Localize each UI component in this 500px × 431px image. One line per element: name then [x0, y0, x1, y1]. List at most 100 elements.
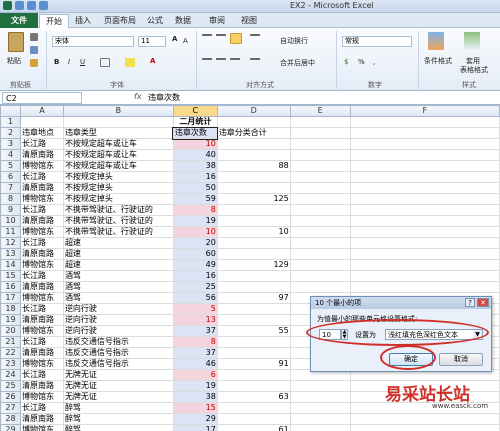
formula-input[interactable]: 违章次数 [148, 92, 180, 103]
cell-violation-count[interactable]: 37 [172, 325, 218, 337]
tab-formulas[interactable]: 公式 [144, 14, 166, 28]
cell-location[interactable]: 博物馆东 [19, 391, 64, 403]
row-header[interactable]: 6 [0, 171, 21, 183]
cell-location[interactable]: 博物馆东 [19, 193, 64, 205]
cell-location[interactable]: 博物馆东 [19, 259, 64, 271]
cell-category-total[interactable] [216, 149, 291, 161]
cell-location[interactable]: 博物馆东 [19, 292, 64, 304]
row-header[interactable]: 14 [0, 259, 21, 271]
column-header-f[interactable]: F [349, 105, 500, 117]
cell-f[interactable] [349, 281, 500, 293]
comma-icon[interactable]: , [373, 58, 375, 66]
cell-f[interactable] [349, 138, 500, 150]
row-header[interactable]: 28 [0, 413, 21, 425]
cell-e[interactable] [289, 160, 351, 172]
cell-violation-type[interactable]: 醉驾 [62, 413, 174, 425]
cell-category-total[interactable] [216, 182, 291, 194]
cell-violation-type[interactable]: 不按规定超车或让车 [62, 149, 174, 161]
cell-violation-count[interactable]: 40 [172, 149, 218, 161]
cell-category-total[interactable]: 违章分类合计 [216, 127, 291, 139]
cell-violation-count[interactable]: 19 [172, 215, 218, 227]
row-header[interactable]: 26 [0, 391, 21, 403]
row-header[interactable]: 9 [0, 204, 21, 216]
column-header-b[interactable]: B [62, 105, 174, 117]
copy-icon[interactable] [30, 46, 38, 54]
table-row[interactable]: 29 博物馆东 醉驾 17 61 [0, 424, 500, 431]
cell-violation-count[interactable]: 违章次数 [172, 126, 219, 140]
cell-category-total[interactable] [216, 314, 291, 326]
cell-e[interactable] [289, 215, 351, 227]
cell-violation-type[interactable]: 违反交通信号指示 [62, 347, 174, 359]
row-header[interactable]: 15 [0, 270, 21, 282]
cell-e[interactable] [289, 237, 351, 249]
row-header[interactable]: 4 [0, 149, 21, 161]
cancel-button[interactable]: 取消 [439, 353, 483, 366]
cell-violation-count[interactable]: 49 [172, 259, 218, 271]
format-as-table-label-2[interactable]: 表格格式 [460, 65, 488, 75]
cell-violation-type[interactable]: 不按规定掉头 [62, 171, 174, 183]
cell-location[interactable]: 清原南路 [19, 248, 64, 260]
align-bottom-icon[interactable] [230, 33, 242, 44]
row-header[interactable]: 24 [0, 369, 21, 381]
number-format-select[interactable]: 常规 [342, 36, 412, 47]
cell-f[interactable] [349, 270, 500, 282]
table-row[interactable]: 10 清原南路 不携带驾驶证、行驶证的 19 [0, 215, 500, 227]
row-header[interactable]: 2 [0, 127, 21, 139]
cell-f[interactable] [349, 237, 500, 249]
name-box[interactable]: C2 [2, 92, 82, 104]
paste-button[interactable]: 粘贴 [7, 56, 21, 66]
cell-f[interactable] [349, 424, 500, 431]
cell-location[interactable]: 清原南路 [19, 413, 64, 425]
table-row[interactable]: 6 长江路 不按规定掉头 16 [0, 171, 500, 183]
save-icon[interactable] [15, 1, 24, 10]
cell-location[interactable]: 博物馆东 [19, 226, 64, 238]
cell-category-total[interactable]: 125 [216, 193, 291, 205]
align-top-icon[interactable] [202, 34, 212, 42]
row-header[interactable]: 29 [0, 424, 21, 431]
cell-e[interactable] [289, 391, 351, 403]
table-row[interactable]: 8 博物馆东 不按规定掉头 59 125 [0, 193, 500, 205]
cell-violation-count[interactable]: 37 [172, 347, 218, 359]
cell-location[interactable]: 清原南路 [19, 347, 64, 359]
cell-category-total[interactable] [216, 171, 291, 183]
cell-location[interactable]: 长江路 [19, 369, 64, 381]
cell-category-total[interactable] [216, 402, 291, 414]
cell-violation-type[interactable]: 无牌无证 [62, 380, 174, 392]
table-row[interactable]: 7 清原南路 不按规定掉头 50 [0, 182, 500, 194]
table-row[interactable]: 9 长江路 不携带驾驶证、行驶证的 8 [0, 204, 500, 216]
cell-violation-type[interactable]: 超速 [62, 259, 174, 271]
cell-violation-count[interactable]: 10 [172, 226, 218, 238]
cell-violation-count[interactable]: 38 [172, 391, 218, 403]
cell-location[interactable]: 清原南路 [19, 182, 64, 194]
redo-icon[interactable] [39, 1, 48, 10]
table-row[interactable]: 15 长江路 酒驾 16 [0, 270, 500, 282]
row-header[interactable]: 3 [0, 138, 21, 150]
cell-location[interactable]: 长江路 [19, 138, 64, 150]
table-row[interactable]: 12 长江路 超速 20 [0, 237, 500, 249]
tab-insert[interactable]: 插入 [72, 14, 94, 28]
column-header-d[interactable]: D [216, 105, 291, 117]
cell-category-total[interactable] [216, 237, 291, 249]
indent-icon[interactable] [250, 58, 260, 66]
cell-violation-count[interactable]: 50 [172, 182, 218, 194]
cell-violation-type[interactable]: 无牌无证 [62, 391, 174, 403]
cell-violation-type[interactable]: 醉驾 [62, 424, 174, 431]
underline-icon[interactable]: U [80, 58, 85, 66]
cell-violation-type[interactable]: 酒驾 [62, 270, 174, 282]
cell-f[interactable] [349, 171, 500, 183]
cell-e[interactable] [289, 182, 351, 194]
cell-category-total[interactable]: 91 [216, 358, 291, 370]
cell-category-total[interactable] [216, 369, 291, 381]
sheet-title-cell[interactable]: 二月统计 [172, 116, 218, 128]
cell-category-total[interactable]: 10 [216, 226, 291, 238]
table-row[interactable]: 5 博物馆东 不按规定超车或让车 38 88 [0, 160, 500, 172]
cell-category-total[interactable]: 129 [216, 259, 291, 271]
cell-e[interactable] [289, 171, 351, 183]
tab-data[interactable]: 数据 [172, 14, 194, 28]
cell-location[interactable]: 博物馆东 [19, 358, 64, 370]
cell-a[interactable] [19, 116, 64, 128]
row-header[interactable]: 11 [0, 226, 21, 238]
cell-violation-count[interactable]: 56 [172, 292, 218, 304]
cell-b[interactable] [62, 116, 174, 128]
table-row[interactable]: 16 清原南路 酒驾 25 [0, 281, 500, 293]
